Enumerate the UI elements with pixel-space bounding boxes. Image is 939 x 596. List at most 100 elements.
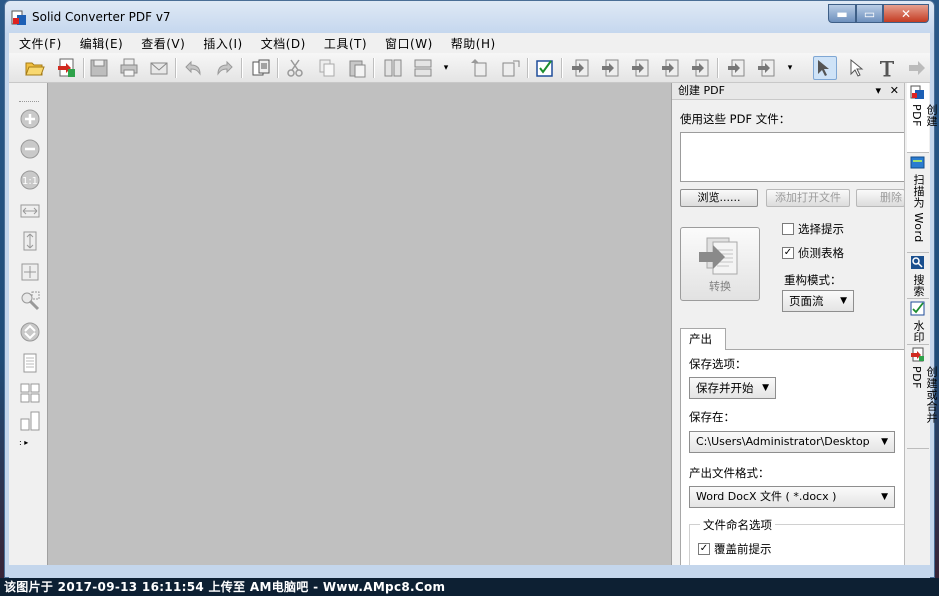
overwrite-prompt-checkbox[interactable]: ✓ [698,543,710,555]
menu-file[interactable]: 文件(F) [9,35,70,52]
rebuild-mode-select[interactable]: 页面流 ▼ [782,290,854,312]
menu-help[interactable]: 帮助(H) [441,35,504,52]
menu-insert[interactable]: 插入(I) [193,35,250,52]
add-open-files-button[interactable]: 添加打开文件 [766,189,850,207]
save-options-select[interactable]: 保存并开始 ▼ [689,377,776,399]
convert-image-button[interactable] [725,56,749,80]
zoom-marquee-button[interactable] [18,289,42,313]
maximize-button[interactable]: ▭ [856,4,883,23]
detect-tables-checkbox[interactable]: ✓ [782,247,794,259]
side-tab-create-pdf[interactable]: 创建 PDF [907,83,938,153]
convert-excel-icon [602,59,619,77]
panel-close-button[interactable]: ✕ [890,83,899,99]
side-tab-scan-word[interactable]: 扫描为 Word [907,153,929,253]
left-tool-strip: 1:1 : ▸ [9,83,47,565]
menu-document[interactable]: 文档(D) [251,35,314,52]
toolbar-separator [83,58,85,78]
undo-button[interactable] [181,56,205,80]
browse-button[interactable]: 浏览...... [680,189,758,207]
select-prompt-checkbox[interactable] [782,223,794,235]
paste-button[interactable] [345,56,369,80]
copy-icon [319,59,335,77]
delete-button[interactable]: 删除 [856,189,905,207]
side-tab-label: 水印 [912,320,925,343]
side-tab-watermark[interactable]: 水印 [907,299,929,345]
page-extract-button[interactable] [499,56,523,80]
close-button[interactable]: ✕ [883,4,929,23]
panel-menu-button[interactable]: ▾ [875,83,881,99]
fit-page-button[interactable] [18,260,42,284]
toolbar-overflow[interactable]: ▾ [441,56,451,80]
document-properties-button[interactable] [249,56,273,80]
convert-button[interactable]: 转换 [680,227,760,301]
convert-excel-button[interactable] [599,56,623,80]
zoom-in-icon [20,109,40,129]
redo-button[interactable] [213,56,237,80]
menu-tools[interactable]: 工具(T) [314,35,375,52]
continuous-page-icon [20,411,40,431]
zoom-in-button[interactable] [18,107,42,131]
tab-output[interactable]: 产出 [680,328,726,351]
check-mark-icon: ✓ [699,543,709,554]
fit-height-button[interactable] [18,229,42,253]
convert-pdfa-button[interactable] [755,56,779,80]
title-bar[interactable]: Solid Converter PDF v7 ▬ ▭ ✕ [5,1,934,33]
menu-window[interactable]: 窗口(W) [375,35,441,52]
convert-word-button[interactable] [569,56,593,80]
minimize-icon: ▬ [836,6,848,21]
email-button[interactable] [147,56,171,80]
two-column-view-button[interactable] [381,56,405,80]
check-button[interactable] [533,56,557,80]
save-in-select[interactable]: C:\Users\Administrator\Desktop ▼ [689,431,895,453]
open-button[interactable] [23,56,47,80]
side-tab-search[interactable]: 搜索 [907,253,929,299]
zoom-out-icon [20,139,40,159]
upload-watermark: 该图片于 2017-09-13 16:11:54 上传至 AM电脑吧 - Www… [0,578,939,596]
pdf-file-list[interactable] [680,132,906,182]
convert-text-button[interactable] [689,56,713,80]
continuous-page-button[interactable] [18,409,42,433]
strip-overflow[interactable]: : ▸ [19,438,45,448]
cut-button[interactable] [283,56,307,80]
actual-size-icon: 1:1 [20,170,40,190]
text-tool[interactable] [875,56,899,80]
zoom-out-button[interactable] [18,137,42,161]
select-tool[interactable] [845,56,869,80]
check-mark-icon: ✓ [783,247,793,258]
copy-button[interactable] [315,56,339,80]
document-canvas[interactable] [47,83,671,565]
convert-file-button[interactable] [55,56,79,80]
menu-edit[interactable]: 编辑(E) [70,35,131,52]
save-button[interactable] [87,56,111,80]
format-select[interactable]: Word DocX 文件 ( *.docx ) ▼ [689,486,895,508]
dropdown-arrow-icon: ▼ [881,437,888,447]
page-insert-button[interactable] [467,56,491,80]
select-text-tool[interactable] [813,56,837,80]
minimize-button[interactable]: ▬ [828,4,856,23]
create-pdf-panel: 创建 PDF ▾ ✕ 使用这些 PDF 文件： 浏览...... 添加打开文件 … [671,83,907,565]
convert-html-button[interactable] [659,56,683,80]
naming-options-group: 文件命名选项 ✓ 覆盖前提示 [689,517,907,565]
dropdown-arrow-icon: ▼ [881,492,888,502]
redo-icon [217,60,233,76]
fit-width-button[interactable] [18,199,42,223]
columns-icon [384,59,402,77]
single-page-button[interactable] [18,351,42,375]
search-icon [911,256,924,269]
arrow-cursor-icon [850,58,864,77]
rows-icon [414,59,432,77]
page-insert-icon [471,59,487,77]
next-tool-button[interactable] [905,56,929,80]
menu-view[interactable]: 查看(V) [131,35,193,52]
side-tab-merge-pdf[interactable]: 创建或合并 PDF [907,345,938,449]
toolbar-separator [241,58,243,78]
print-button[interactable] [117,56,141,80]
status-bar [9,565,930,579]
scroll-button[interactable] [18,320,42,344]
menu-bar: 文件(F) 编辑(E) 查看(V) 插入(I) 文档(D) 工具(T) 窗口(W… [9,33,930,53]
toolbar-overflow[interactable]: ▾ [785,56,795,80]
convert-powerpoint-button[interactable] [629,56,653,80]
two-page-button[interactable] [18,381,42,405]
actual-size-button[interactable]: 1:1 [18,168,42,192]
rows-view-button[interactable] [411,56,435,80]
